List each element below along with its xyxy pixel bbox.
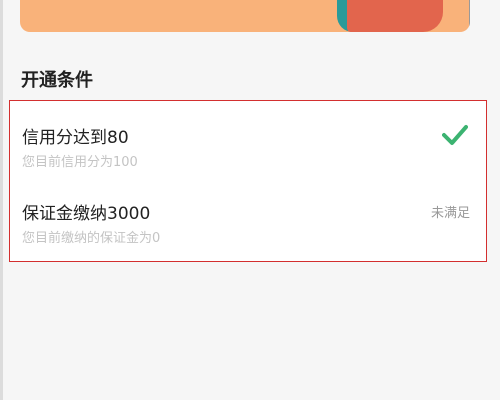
conditions-panel: 信用分达到80 您目前信用分为100 保证金缴纳3000 您目前缴纳的保证金为0…: [9, 100, 487, 262]
condition-deposit-title: 保证金缴纳3000: [22, 204, 151, 224]
banner-illustration-red: [347, 0, 443, 32]
condition-deposit-status: 未满足: [430, 206, 470, 221]
check-icon: [442, 125, 468, 145]
section-title: 开通条件: [21, 70, 93, 91]
condition-credit-title: 信用分达到80: [22, 128, 129, 148]
condition-credit-subtitle: 您目前信用分为100: [22, 155, 138, 170]
banner-divider: [469, 0, 470, 32]
condition-deposit-subtitle: 您目前缴纳的保证金为0: [22, 231, 161, 246]
screen-edge: [0, 0, 3, 400]
promo-banner: [20, 0, 470, 32]
